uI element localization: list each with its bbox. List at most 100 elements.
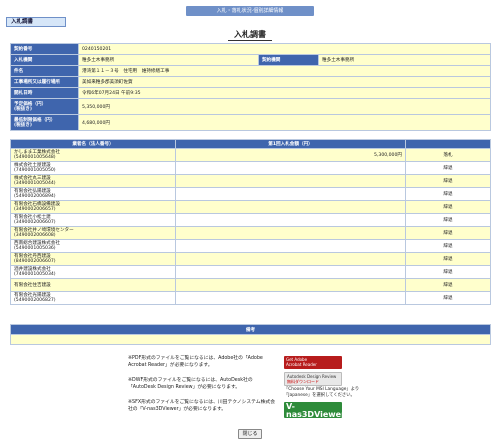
bidder-cell: 有限会社小松土建 (3490002006607) [10,213,176,227]
bid-agency-value: 稚多土木事務所 [78,54,259,66]
result-column-header [405,139,491,149]
bid-amount [175,187,406,201]
remarks-table: 備考 [10,324,491,345]
planned-price-label-sub: (税抜き) [14,106,32,112]
bid-date-label: 開札日時 [10,87,79,99]
bid-row: 有限会社光陽建設 (5490002006827) 辞退 [10,291,491,305]
bid-amount [175,200,406,214]
breadcrumb: 入札・落札状況-個別詳細情報 [186,6,314,16]
bid-row: 有限会社小松土建 (3490002006607) 辞退 [10,213,491,227]
bid-amount: 5,300,000円 [175,148,406,162]
sfx-note: ※SFX形式のファイルをご覧になるには、川田テクノシステム株式会社の「V-nas… [128,400,275,412]
bidder-cell: 株式会社丸三建設 (3490001005044) [10,174,176,188]
bidder-corporate-number: (5490001005648) [14,155,56,160]
pdf-note: ※PDF形式のファイルをご覧になるには、Adobe社の「Adobe Acroba… [128,356,263,368]
bid-row: 株式会社土屋建設 (7490001005050) 辞退 [10,161,491,175]
bidder-cell: 有限会社住吉建設 [10,278,176,292]
bidder-cell: 有限会社石橋設備建設 (3490002006657) [10,200,176,214]
amount-column-header: 第1回入札金額（円） [175,139,406,149]
bid-amount [175,161,406,175]
bidder-cell: 株式会社土屋建設 (7490001005050) [10,161,176,175]
bid-amount [175,278,406,292]
close-button[interactable]: 閉じる [238,429,262,439]
planned-price-label: 予定価格（円） (税抜き) [10,98,79,115]
bidder-cell: 西南総合建設株式会社 (5490001005036) [10,239,176,253]
bid-result: 辞退 [405,226,491,240]
bidder-name: 有限会社住吉建設 [14,282,51,288]
contract-no-label: 契約番号 [10,43,79,55]
bid-amount [175,252,406,266]
bid-row: 西南総合建設株式会社 (5490001005036) 辞退 [10,239,491,253]
vnas-badge-line1: V-nas3DViewer [286,402,346,419]
bidder-corporate-number: (3490002006657) [14,207,56,212]
bidder-corporate-number: (3490002006608) [14,233,56,238]
adobe-reader-download-link[interactable]: Get Adobe Acrobat Reader [284,356,342,369]
dwf-review-download-link[interactable]: Autodesk Design Review 無料ダウンロード [284,372,342,386]
bid-date-value: 令和6年07月24日 午前9:35 [77,87,492,99]
contract-no-value: 0240150201 [77,43,492,55]
bidder-corporate-number: (5490002006894) [14,194,56,199]
vnas-viewer-download-link[interactable]: V-nas3DViewer ダウンロードはこちら [284,402,346,424]
bid-result: 辞退 [405,252,491,266]
bid-result: 辞退 [405,278,491,292]
location-label: 工事場所又は履行場所 [10,76,79,88]
bidder-corporate-number: (7490001005034) [14,272,56,277]
bid-row: 有限会社丹西建設 (8490002006607) 辞退 [10,252,491,266]
project-label: 件名 [10,65,79,77]
bidder-cell: 有限会社弘陽建設 (5490002006894) [10,187,176,201]
page-title: 入札調書 [228,29,272,41]
bidder-cell: 酒井建設株式会社 (7490001005034) [10,265,176,279]
bidder-corporate-number: (3490002006607) [14,220,56,225]
bid-result: 落札 [405,148,491,162]
bid-record-tab-button[interactable]: 入札調書 [6,17,66,27]
bidder-corporate-number: (8490002006607) [14,259,56,264]
bid-agency-label: 入札機関 [10,54,79,66]
bid-amount [175,213,406,227]
bid-row: 有限会社石橋設備建設 (3490002006657) 辞退 [10,200,491,214]
adobe-badge-line2: Acrobat Reader [286,362,317,367]
bid-amount [175,226,406,240]
bid-row: 有限会社弘陽建設 (5490002006894) 辞退 [10,187,491,201]
bid-result: 辞退 [405,239,491,253]
dwf-note: ※DWF形式のファイルをご覧になるには、AutoDesk社の「AutoDesk … [128,378,253,390]
contract-agency-label: 契約機関 [258,54,319,66]
bid-results-table: 業者名（法人番号） 第1回入札金額（円） かしまま工業株式会社 (54900010… [10,139,491,305]
vnas-badge-line2: ダウンロードはこちら [286,419,326,424]
bid-result: 辞退 [405,174,491,188]
bid-row: 酒井建設株式会社 (7490001005034) 辞退 [10,265,491,279]
bidder-corporate-number: (5490001005036) [14,246,56,251]
bid-row: 株式会社丸三建設 (3490001005044) 辞退 [10,174,491,188]
bid-row: 有限会社井ノ崎環境センター (3490002006608) 辞退 [10,226,491,240]
contract-info-table: 契約番号 0240150201 入札機関 稚多土木事務所 契約機関 稚多土木事務… [10,43,492,131]
remarks-value [10,334,491,345]
bid-amount [175,239,406,253]
company-column-header: 業者名（法人番号） [10,139,176,149]
bid-row: かしまま工業株式会社 (5490001005648) 5,300,000円 落札 [10,148,491,162]
bid-result: 辞退 [405,161,491,175]
bidder-cell: 有限会社丹西建設 (8490002006607) [10,252,176,266]
viewer-notes: ※PDF形式のファイルをご覧になるには、Adobe社の「Adobe Acroba… [128,356,278,422]
bidder-corporate-number: (7490001005050) [14,168,56,173]
min-price-label-sub: (税抜き) [14,122,32,128]
location-value: 美如来稚多郡美須町佐賀 [77,76,492,88]
project-value: 港湾第１１－３号 住宅用 維持修繕工事 [77,65,492,77]
bidder-corporate-number: (3490001005044) [14,181,56,186]
bid-result: 辞退 [405,213,491,227]
planned-price-value: 5,350,000円 [77,98,492,115]
bid-amount [175,265,406,279]
contract-agency-value: 稚多土木事務所 [317,54,492,66]
bidder-cell: 有限会社井ノ崎環境センター (3490002006608) [10,226,176,240]
bidder-cell: かしまま工業株式会社 (5490001005648) [10,148,176,162]
bidder-corporate-number: (5490002006827) [14,298,56,303]
dwf-badge-line2: 無料ダウンロード [287,379,319,384]
bid-row: 有限会社住吉建設 辞退 [10,278,491,292]
dwf-language-note: 「Choose Your MSI Language」より「Japanese」を選… [284,387,360,398]
bid-result: 辞退 [405,200,491,214]
bid-result: 辞退 [405,265,491,279]
bid-result: 辞退 [405,187,491,201]
remarks-header: 備考 [10,324,491,335]
bid-amount [175,174,406,188]
min-price-label: 最低制限価格（円） (税抜き) [10,114,79,131]
min-price-value: 4,680,000円 [77,114,492,131]
bid-result: 辞退 [405,291,491,305]
